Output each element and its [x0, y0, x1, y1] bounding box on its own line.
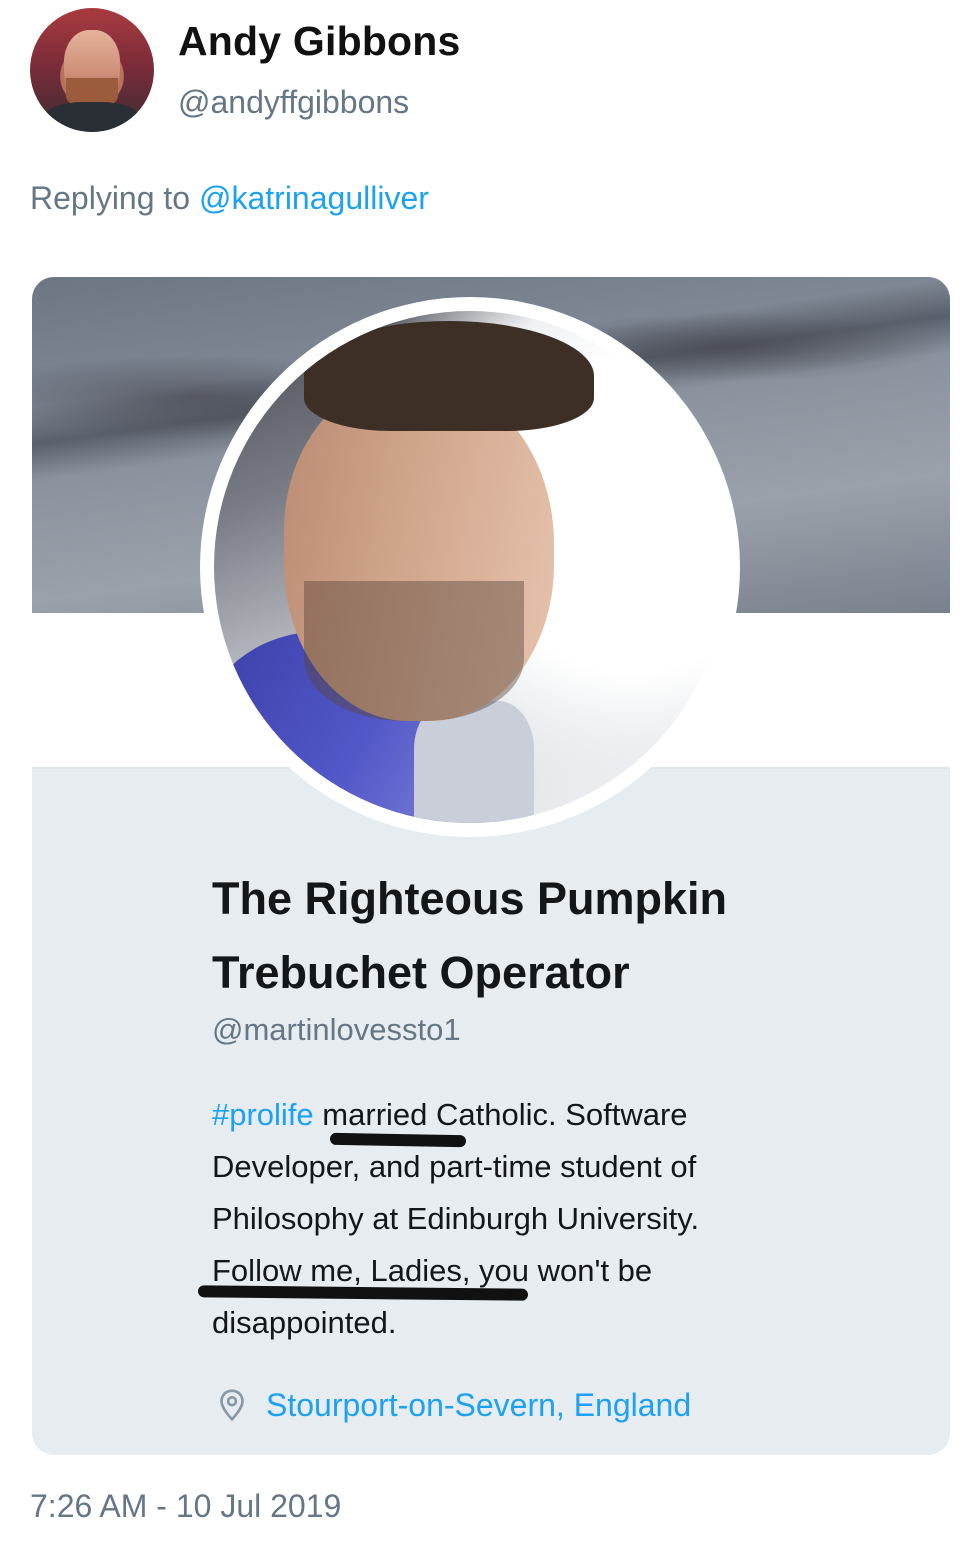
bio-line1-rest: married Catholic. Software [313, 1097, 688, 1132]
display-name-line2: Trebuchet Operator [212, 947, 630, 998]
profile-bio: #prolife married Catholic. Software Deve… [212, 1089, 832, 1349]
photo-stubble [304, 581, 524, 721]
author-handle[interactable]: @andyffgibbons [178, 84, 409, 121]
photo-hair [304, 321, 594, 431]
profile-display-name: The Righteous Pumpkin Trebuchet Operator [212, 862, 912, 1010]
location-text: Stourport-on-Severn, England [266, 1386, 692, 1423]
bio-line2: Developer, and part-time student of [212, 1149, 697, 1184]
profile-handle: @martinlovessto1 [212, 1012, 461, 1047]
bio-line1: #prolife married Catholic. Software [212, 1089, 832, 1141]
tweet-timestamp[interactable]: 7:26 AM - 10 Jul 2019 [30, 1488, 341, 1525]
profile-photo [200, 297, 740, 837]
bio-line3: Philosophy at Edinburgh University. [212, 1201, 700, 1236]
bio-line5: disappointed. [212, 1305, 397, 1340]
profile-card-image[interactable]: The Righteous Pumpkin Trebuchet Operator… [32, 277, 950, 1455]
display-name-line1: The Righteous Pumpkin [212, 873, 728, 924]
profile-location: Stourport-on-Severn, England [214, 1381, 691, 1429]
author-avatar[interactable] [30, 8, 154, 132]
tweet-author[interactable]: Andy Gibbons @andyffgibbons [30, 8, 930, 134]
author-name[interactable]: Andy Gibbons [178, 18, 461, 65]
replying-to: Replying to @katrinagulliver [30, 180, 429, 217]
avatar-shirt [44, 102, 140, 132]
replying-prefix: Replying to [30, 180, 199, 216]
profile-photo-image [214, 311, 726, 823]
replying-mention-link[interactable]: @katrinagulliver [199, 180, 429, 216]
location-pin-icon [220, 1389, 244, 1422]
underline-scribble-married [329, 1132, 467, 1148]
bio-hashtag: #prolife [212, 1097, 314, 1132]
